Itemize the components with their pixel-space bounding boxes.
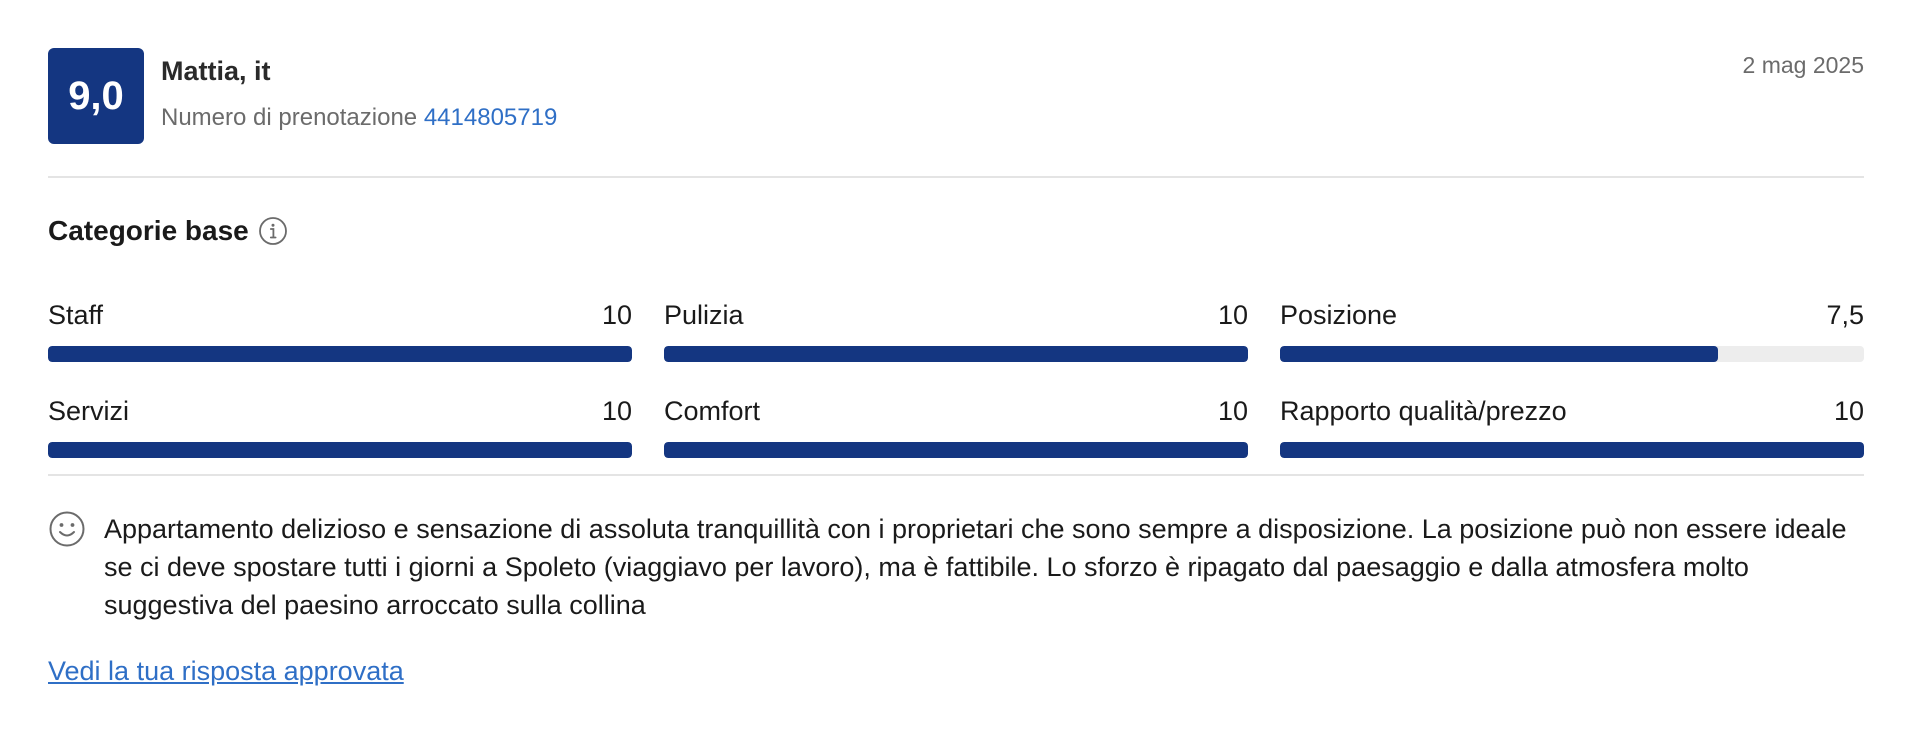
category-score: 10 — [601, 300, 632, 330]
category-staff: Staff 10 — [48, 300, 632, 366]
review-comment: Appartamento delizioso e sensazione di a… — [104, 514, 1847, 620]
category-bar-track — [1280, 346, 1864, 362]
info-icon[interactable] — [258, 216, 288, 246]
category-score: 10 — [601, 396, 632, 426]
category-score: 10 — [1833, 396, 1864, 426]
review-date: 2 mag 2025 — [1742, 52, 1864, 78]
reviewer-name: Mattia, it — [161, 56, 271, 86]
review-score-badge: 9,0 — [48, 48, 144, 144]
booking-info: Numero di prenotazione 4414805719 — [161, 104, 557, 132]
category-bar-fill — [664, 346, 1248, 362]
categories-title: Categorie base — [48, 215, 249, 246]
category-label: Staff — [48, 300, 104, 330]
category-label: Rapporto qualità/prezzo — [1280, 396, 1567, 426]
categories-heading: Categorie base — [48, 215, 288, 247]
view-approved-response-link[interactable]: Vedi la tua risposta approvata — [48, 656, 404, 687]
category-bar-fill — [48, 442, 632, 458]
review-score: 9,0 — [68, 73, 124, 118]
category-posizione: Posizione 7,5 — [1280, 300, 1864, 366]
category-comfort: Comfort 10 — [664, 396, 1248, 462]
category-bar-track — [1280, 442, 1864, 458]
booking-number-link[interactable]: 4414805719 — [424, 104, 557, 131]
category-bar-fill — [1280, 442, 1864, 458]
divider — [48, 474, 1864, 476]
category-servizi: Servizi 10 — [48, 396, 632, 462]
review-card: 9,0 Mattia, it Numero di prenotazione 44… — [0, 0, 1912, 740]
category-score: 10 — [1217, 300, 1248, 330]
category-bar-track — [48, 346, 632, 362]
category-score: 7,5 — [1826, 300, 1864, 330]
category-bar-track — [48, 442, 632, 458]
category-pulizia: Pulizia 10 — [664, 300, 1248, 366]
smiley-icon — [48, 510, 86, 548]
category-label: Posizione — [1280, 300, 1398, 330]
category-score: 10 — [1217, 396, 1248, 426]
category-label: Servizi — [48, 396, 130, 426]
divider — [48, 176, 1864, 178]
category-bar-track — [664, 346, 1248, 362]
category-rapporto-qualita-prezzo: Rapporto qualità/prezzo 10 — [1280, 396, 1864, 462]
booking-label: Numero di prenotazione — [161, 104, 418, 131]
category-bar-fill — [48, 346, 632, 362]
category-bar-track — [664, 442, 1248, 458]
category-bar-fill — [1280, 346, 1718, 362]
category-bar-fill — [664, 442, 1248, 458]
category-label: Pulizia — [664, 300, 744, 330]
category-label: Comfort — [664, 396, 761, 426]
